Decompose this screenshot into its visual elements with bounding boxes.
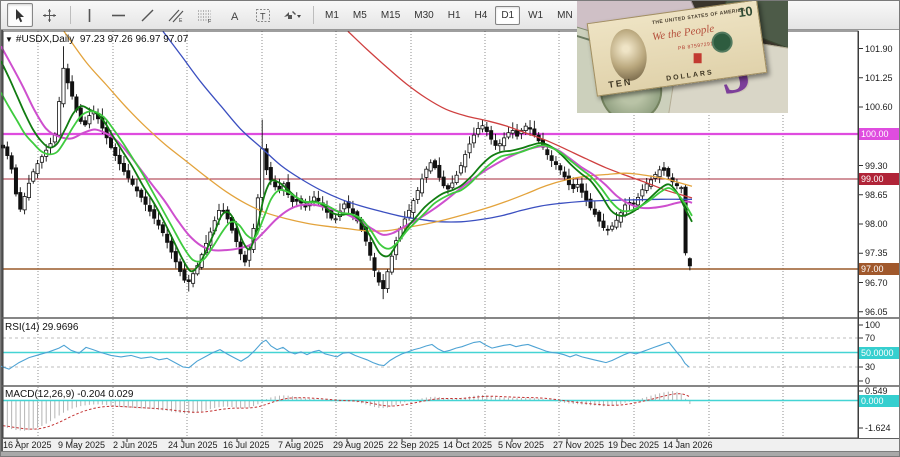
- timeframe-h4[interactable]: H4: [469, 6, 494, 25]
- time-axis-label: 14 Jan 2026: [663, 440, 713, 450]
- ten-numeral: 10: [737, 3, 753, 20]
- rsi-indicator-label: RSI(14) 29.9696: [5, 322, 78, 333]
- symbol-title: ▼#USDX,Daily 97.23 97.26 96.97 97.07: [5, 34, 188, 45]
- drawing-tools-group: EFAT: [7, 3, 319, 27]
- arrows-tool[interactable]: [279, 3, 305, 27]
- rsi-tick-label: 30: [865, 362, 875, 372]
- arrows-icon: [281, 8, 303, 23]
- time-axis-label: 16 Apr 2025: [3, 440, 52, 450]
- time-axis-label: 7 Aug 2025: [278, 440, 324, 450]
- horizontal-line-tool[interactable]: [105, 3, 131, 27]
- price-tick-label: 99.30: [865, 161, 888, 171]
- svg-text:T: T: [260, 11, 266, 21]
- ohlc-values: 97.23 97.26 96.97 97.07: [80, 34, 188, 45]
- dollar-bills-photo: 5 THE UNITED STATES OF AMERICA PB 875972…: [577, 1, 788, 113]
- price-level-badge: 99.00: [859, 173, 900, 185]
- red-seal-mark: [694, 53, 702, 63]
- horizontal-line-icon: [111, 8, 126, 23]
- price-tick-label: 98.00: [865, 219, 888, 229]
- toolbar-separator: [70, 6, 71, 24]
- price-level-badge: 100.00: [859, 128, 900, 140]
- rsi-tick-label: 70: [865, 333, 875, 343]
- price-tick-label: 98.65: [865, 190, 888, 200]
- timeframe-m1[interactable]: M1: [319, 6, 345, 25]
- crosshair-tool[interactable]: [36, 3, 62, 27]
- price-tick-label: 101.90: [865, 44, 893, 54]
- text-label-tool[interactable]: A: [221, 3, 247, 27]
- price-tick-label: 100.60: [865, 102, 893, 112]
- timeframe-mn[interactable]: MN: [551, 6, 579, 25]
- trendline-icon: [140, 8, 155, 23]
- equidistant-channel-tool[interactable]: E: [163, 3, 189, 27]
- text-box-tool[interactable]: T: [250, 3, 276, 27]
- macd-indicator-label: MACD(12,26,9) -0.204 0.029: [5, 389, 133, 400]
- rsi-tick-label: 100: [865, 320, 880, 330]
- timeframe-group: M1M5M15M30H1H4D1W1MN: [319, 6, 581, 25]
- channel-icon: E: [168, 8, 184, 23]
- time-axis-label: 29 Aug 2025: [333, 440, 384, 450]
- rsi-level-badge: 50.0000: [859, 347, 900, 359]
- cursor-icon: [13, 8, 28, 23]
- text-box-icon: T: [255, 8, 271, 23]
- time-axis-label: 19 Dec 2025: [608, 440, 659, 450]
- price-tick-label: 96.05: [865, 307, 888, 317]
- time-axis-label: 9 May 2025: [58, 440, 105, 450]
- svg-text:A: A: [231, 11, 239, 23]
- timeframe-m5[interactable]: M5: [347, 6, 373, 25]
- time-axis-label: 5 Nov 2025: [498, 440, 544, 450]
- time-axis-label: 27 Nov 2025: [553, 440, 604, 450]
- timeframe-m15[interactable]: M15: [375, 6, 406, 25]
- vertical-line-tool[interactable]: [76, 3, 102, 27]
- price-tick-label: 101.25: [865, 73, 893, 83]
- bill-script-text: We the People: [651, 23, 715, 44]
- time-axis-label: 22 Sep 2025: [388, 440, 439, 450]
- ten-text: TEN: [608, 77, 633, 90]
- cursor-tool[interactable]: [7, 3, 33, 27]
- time-axis-label: 16 Jul 2025: [223, 440, 270, 450]
- svg-text:F: F: [208, 19, 211, 23]
- macd-level-badge: 0.000: [859, 395, 900, 407]
- dollars-text: DOLLARS: [666, 69, 714, 83]
- svg-text:E: E: [179, 18, 183, 23]
- time-axis-label: 2 Jun 2025: [113, 440, 158, 450]
- text-a-icon: A: [227, 8, 242, 23]
- time-axis-label: 14 Oct 2025: [443, 440, 492, 450]
- timeframe-w1[interactable]: W1: [522, 6, 549, 25]
- toolbar-separator: [313, 6, 314, 24]
- price-tick-label: 97.35: [865, 248, 888, 258]
- timeframe-d1[interactable]: D1: [495, 6, 520, 25]
- price-tick-label: 96.70: [865, 278, 888, 288]
- price-level-badge: 97.00: [859, 263, 900, 275]
- chart-marker-icon: ▼: [5, 35, 13, 44]
- trendline-tool[interactable]: [134, 3, 160, 27]
- treasury-seal-icon: [710, 30, 734, 54]
- fibonacci-icon: F: [197, 8, 213, 23]
- fibonacci-tool[interactable]: F: [192, 3, 218, 27]
- hamilton-portrait: [607, 27, 650, 84]
- rsi-tick-label: 0: [865, 376, 870, 386]
- macd-tick-label: -1.624: [865, 423, 891, 433]
- mt-terminal-window: E F A T M1M5M15M30H1H4D1W1MN ▼#USDX,Daily 9…: [0, 0, 900, 457]
- time-axis-label: 24 Jun 2025: [168, 440, 218, 450]
- timeframe-m30[interactable]: M30: [408, 6, 439, 25]
- vertical-line-icon: [82, 8, 97, 23]
- crosshair-icon: [42, 8, 57, 23]
- symbol-label: #USDX,Daily: [16, 34, 74, 45]
- timeframe-h1[interactable]: H1: [442, 6, 467, 25]
